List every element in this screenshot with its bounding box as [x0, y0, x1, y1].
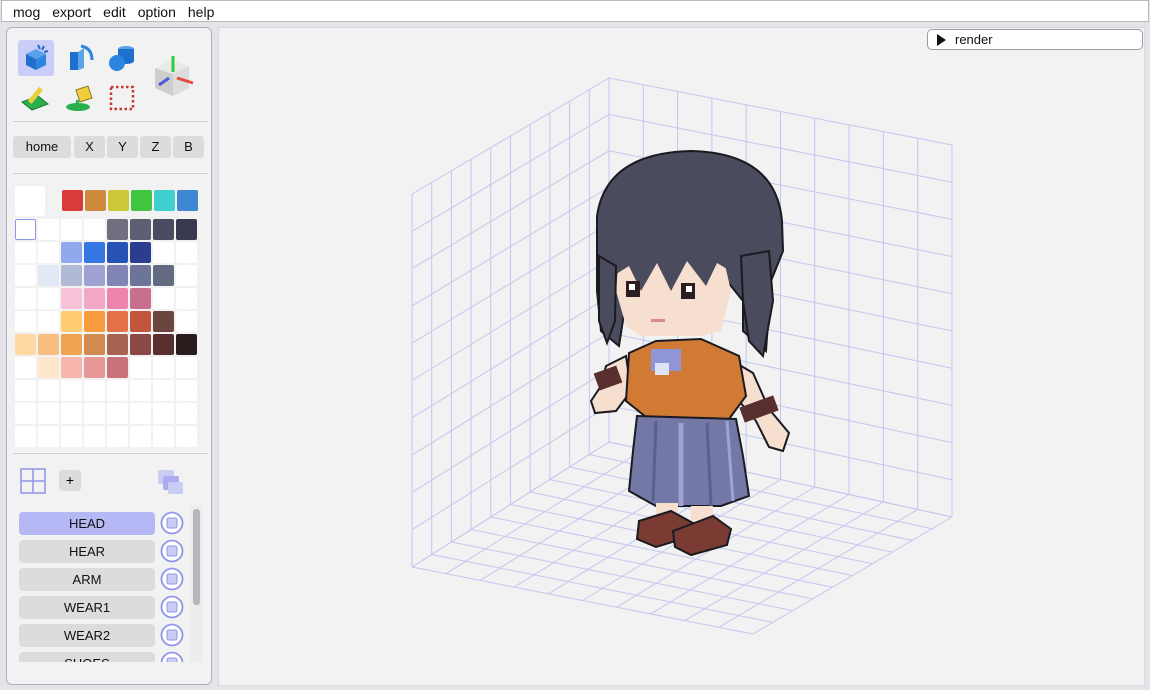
- layer-visibility-icon[interactable]: [160, 651, 184, 662]
- layer-item-arm[interactable]: ARM: [19, 568, 155, 591]
- layer-visibility-icon[interactable]: [160, 623, 184, 647]
- layer-item-shoes[interactable]: SHOES: [19, 652, 155, 662]
- layer-scrollbar-thumb[interactable]: [193, 509, 200, 605]
- play-icon: [937, 34, 946, 46]
- layer-visibility-icon[interactable]: [160, 595, 184, 619]
- menu-edit[interactable]: edit: [97, 1, 132, 21]
- 3d-viewport[interactable]: [218, 27, 1145, 686]
- layer-list: HEAD HEAR ARM WEAR1 WEAR2 SHOES: [7, 28, 211, 662]
- voxel-scene[interactable]: [219, 28, 1146, 687]
- layer-item-wear2[interactable]: WEAR2: [19, 624, 155, 647]
- menu-export[interactable]: export: [46, 1, 97, 21]
- layer-item-hear[interactable]: HEAR: [19, 540, 155, 563]
- menu-option[interactable]: option: [132, 1, 182, 21]
- layer-item-head[interactable]: HEAD: [19, 512, 155, 535]
- render-button[interactable]: render: [927, 29, 1143, 50]
- tool-panel: home X Y Z B + HEADHEARARMWEAR1WEAR2SHOE…: [6, 27, 212, 685]
- layer-item-wear1[interactable]: WEAR1: [19, 596, 155, 619]
- menu-mog[interactable]: mog: [2, 1, 46, 21]
- layer-visibility-icon[interactable]: [160, 511, 184, 535]
- menu-bar: mog export edit option help: [1, 0, 1149, 22]
- render-button-label: render: [955, 32, 993, 47]
- menu-help[interactable]: help: [182, 1, 220, 21]
- layer-visibility-icon[interactable]: [160, 539, 184, 563]
- layer-visibility-icon[interactable]: [160, 567, 184, 591]
- app-window: mog export edit option help home X Y Z B…: [0, 0, 1150, 690]
